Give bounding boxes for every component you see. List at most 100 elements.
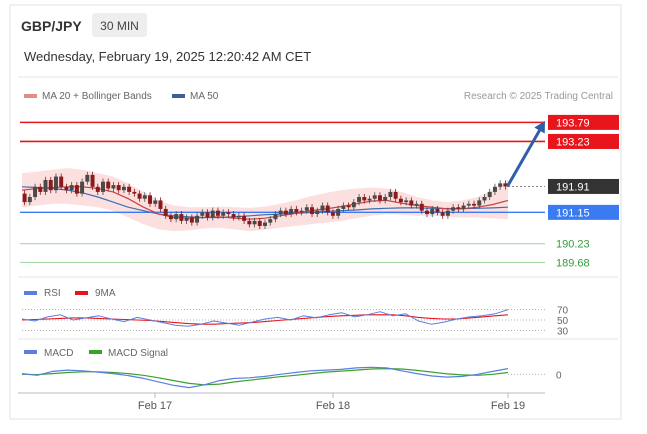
candle-body [409,200,414,206]
candle-body [294,208,299,213]
candle-body [252,220,257,225]
research-credit: Research © 2025 Trading Central [464,91,613,102]
candle-body [226,212,231,215]
candle-body [111,185,116,189]
candle-body [195,215,200,223]
candle-body [168,215,173,220]
macd-legend-label: MACD [44,348,73,359]
candle-body [299,210,304,213]
x-tick-label: Feb 19 [491,400,525,412]
candle-body [137,193,142,199]
candle-body [425,210,429,215]
candle-body [289,208,294,215]
candle-body [184,217,189,221]
pair-title: GBP/JPY [21,18,82,34]
candle-body [304,207,309,211]
rsi-tick-70: 70 [557,306,569,317]
candle-body [174,214,179,220]
candle-body [383,197,388,201]
candle-body [85,174,90,182]
candle-body [64,186,69,191]
candle-body [419,203,424,211]
candle-body [148,195,153,204]
rsi-ma-legend-swatch [75,291,88,295]
rsi-legend-label: RSI [44,288,61,299]
candle-body [215,210,220,216]
candle-body [153,200,158,204]
candle-body [398,198,403,203]
candle-body [498,183,503,187]
rsi-legend-swatch [24,291,37,295]
rsi-tick-50: 50 [557,316,569,327]
candle-body [106,181,111,189]
ma20-legend-swatch [24,94,37,98]
candle-body [179,214,184,221]
candle-body [231,214,236,218]
candle-body [189,217,194,223]
candle-body [247,220,252,225]
candle-body [278,210,283,215]
candle-body [43,179,48,192]
candle-body [367,198,372,201]
candle-body [242,215,247,221]
candle-body [95,186,100,192]
candle-body [116,185,121,191]
candle-body [257,220,262,226]
candle-body [80,181,85,194]
candle-body [200,212,205,216]
candle-body [236,215,241,218]
candle-body [268,219,273,223]
timeframe-label: 30 MIN [100,19,139,33]
candle-body [362,197,367,201]
candle-body [263,222,267,226]
candle-body [477,200,482,206]
ma50-legend-swatch [172,94,185,98]
level-label-193.79: 193.79 [556,117,590,129]
candle-body [310,207,315,215]
candle-body [388,191,393,198]
candle-body [330,212,335,216]
candle-body [142,195,147,199]
candle-body [466,203,471,206]
candle-body [357,197,362,203]
candle-body [487,191,492,198]
candle-body [27,197,32,203]
candle-body [341,205,346,209]
candle-body [372,195,377,199]
candle-body [482,197,487,201]
level-label-190.23: 190.23 [556,239,590,251]
x-tick-label: Feb 18 [316,400,350,412]
candle-body [492,186,497,192]
candle-body [351,202,356,208]
ma20-legend-label: MA 20 + Bollinger Bands [42,91,152,102]
ma50-legend-label: MA 50 [190,91,219,102]
candle-body [445,210,450,216]
candle-body [404,200,409,203]
rsi-ma-legend-label: 9MA [95,288,116,299]
candle-body [33,186,38,198]
candle-body [59,176,64,187]
candle-body [273,214,278,220]
candle-body [69,185,74,191]
candle-body [163,208,168,216]
candle-body [48,179,53,191]
candle-body [377,195,382,201]
chart-canvas: GBP/JPY 30 MIN Wednesday, February 19, 2… [9,4,622,420]
candle-body [325,205,330,213]
level-label-193.23: 193.23 [556,136,590,148]
candle-body [435,208,440,213]
candle-body [430,208,435,215]
candle-body [53,176,58,191]
level-label-189.68: 189.68 [556,257,590,269]
candle-body [456,207,461,209]
macd-signal-legend-label: MACD Signal [108,348,168,359]
candle-body [414,203,419,206]
candle-body [315,210,320,215]
x-tick-label: Feb 17 [138,400,172,412]
candle-body [336,208,341,216]
macd-signal-legend-swatch [89,350,102,354]
macd-tick-0: 0 [556,370,562,381]
candle-body [22,193,27,203]
level-label-191.91: 191.91 [556,181,590,193]
candle-body [451,207,456,211]
